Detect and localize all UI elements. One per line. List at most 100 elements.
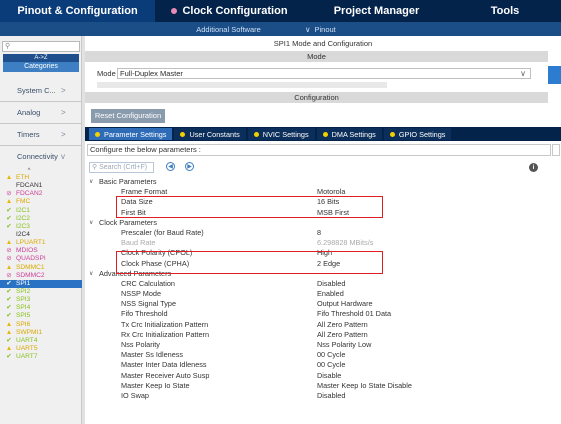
peripheral-item[interactable]: ▲ SWPMI1: [0, 329, 82, 337]
tab-gpio-settings[interactable]: GPIO Settings: [383, 128, 452, 140]
peripheral-item[interactable]: ▲ ETH: [0, 174, 82, 182]
parameter-value[interactable]: Master Keep Io State Disable: [317, 381, 412, 391]
peripheral-item[interactable]: ⊘ QUADSPI: [0, 255, 82, 263]
peripheral-item[interactable]: ⊘ SDMMC2: [0, 272, 82, 280]
mode-section-header[interactable]: Mode: [85, 51, 548, 62]
peripheral-item[interactable]: ✔ I2C1: [0, 207, 82, 215]
category-timers[interactable]: Timers >: [0, 124, 82, 146]
parameter-row[interactable]: Fifo Threshold Fifo Threshold 01 Data: [85, 309, 561, 319]
status-dot-icon: [180, 131, 186, 137]
collapse-toggle-icon[interactable]: ∨: [89, 218, 93, 228]
tab-clock-configuration[interactable]: Clock Configuration: [155, 0, 304, 22]
category-connectivity[interactable]: Connectivity v: [0, 146, 82, 168]
additional-software-menu[interactable]: Additional Software: [156, 25, 301, 34]
disabled-icon: ⊘: [6, 247, 12, 255]
parameter-value[interactable]: Output Hardware: [317, 299, 373, 309]
parameter-row[interactable]: Prescaler (for Baud Rate) 8: [85, 228, 561, 238]
tab-dma-settings[interactable]: DMA Settings: [316, 128, 382, 140]
peripheral-label: SWPMI1: [16, 328, 43, 336]
search-next-icon[interactable]: ▶: [185, 162, 194, 171]
status-dot-icon: [253, 131, 259, 137]
tab-tools[interactable]: Tools: [449, 0, 561, 22]
parameter-value[interactable]: Disabled: [317, 279, 345, 289]
parameter-value[interactable]: Disabled: [317, 391, 345, 401]
collapse-toggle-icon[interactable]: ∨: [89, 269, 93, 279]
peripheral-item[interactable]: ✔ I2C3: [0, 223, 82, 231]
parameter-name: NSS Signal Type: [121, 299, 177, 309]
parameter-row[interactable]: Rx Crc Initialization Pattern All Zero Pa…: [85, 330, 561, 340]
tab-project-manager[interactable]: Project Manager: [304, 0, 449, 22]
parameter-value[interactable]: Disable: [317, 371, 341, 381]
category-analog[interactable]: Analog >: [0, 102, 82, 124]
mode-select[interactable]: Full-Duplex Master ∨: [117, 68, 531, 79]
status-dot-icon: [171, 8, 178, 14]
parameter-row[interactable]: NSSP Mode Enabled: [85, 289, 561, 299]
check-icon: ✔: [6, 312, 12, 320]
status-dot-icon: [389, 131, 395, 137]
parameter-row[interactable]: Tx Crc Initialization Pattern All Zero Pa…: [85, 320, 561, 330]
search-prev-icon[interactable]: ◀: [166, 162, 175, 171]
peripheral-label: SDMMC2: [16, 271, 45, 279]
peripheral-item[interactable]: I2C4: [0, 231, 82, 239]
peripheral-item[interactable]: ✔ SPI1: [0, 279, 82, 288]
tab-nvic-settings[interactable]: NVIC Settings: [247, 128, 315, 140]
parameter-value[interactable]: 00 Cycle: [317, 360, 345, 370]
peripheral-item[interactable]: ⊘ FDCAN2: [0, 190, 82, 198]
collapse-toggle-icon[interactable]: ∨: [89, 177, 93, 187]
check-icon: ✔: [6, 222, 12, 230]
parameter-value[interactable]: All Zero Pattern: [317, 330, 368, 340]
parameter-value[interactable]: Fifo Threshold 01 Data: [317, 309, 391, 319]
parameter-value[interactable]: All Zero Pattern: [317, 320, 368, 330]
parameter-name: Master Ss Idleness: [121, 350, 184, 360]
peripheral-item[interactable]: ✔ SPI5: [0, 312, 82, 320]
peripheral-item[interactable]: ✔ SPI4: [0, 304, 82, 312]
categories-button[interactable]: Categories: [3, 62, 79, 72]
category-system-core[interactable]: System C... >: [0, 80, 82, 102]
peripheral-item[interactable]: ▲ SPI6: [0, 321, 82, 329]
parameter-value[interactable]: 8: [317, 228, 321, 238]
parameter-row[interactable]: Master Inter Data Idleness 00 Cycle: [85, 360, 561, 370]
parameter-row[interactable]: Master Ss Idleness 00 Cycle: [85, 350, 561, 360]
sort-az-button[interactable]: A->Z: [3, 54, 79, 62]
info-icon[interactable]: i: [529, 163, 538, 172]
peripheral-item[interactable]: ✔ UART7: [0, 353, 82, 361]
parameter-value[interactable]: 6.298828 MBits/s: [317, 238, 373, 248]
parameter-value[interactable]: 00 Cycle: [317, 350, 345, 360]
parameter-row[interactable]: NSS Signal Type Output Hardware: [85, 299, 561, 309]
peripheral-item[interactable]: ▲ LPUART1: [0, 239, 82, 247]
peripheral-item[interactable]: ✔ SPI2: [0, 288, 82, 296]
tab-label: GPIO Settings: [398, 129, 446, 139]
peripheral-item[interactable]: ⊘ MDIOS: [0, 247, 82, 255]
category-search-input[interactable]: ⚲: [2, 41, 80, 52]
parameter-group[interactable]: ∨ Clock Parameters: [85, 218, 561, 228]
pinout-menu[interactable]: ∨ Pinout: [305, 25, 336, 34]
peripheral-item[interactable]: ▲ UART5: [0, 345, 82, 353]
reset-configuration-button[interactable]: Reset Configuration: [91, 109, 165, 123]
grid-view-icon[interactable]: [552, 144, 560, 156]
parameter-group[interactable]: ∨ Basic Parameters: [85, 177, 561, 187]
parameter-row[interactable]: CRC Calculation Disabled: [85, 279, 561, 289]
parameter-row[interactable]: IO Swap Disabled: [85, 391, 561, 401]
parameter-name: Baud Rate: [121, 238, 156, 248]
side-scroll-tab[interactable]: [548, 66, 561, 84]
parameter-value[interactable]: Enabled: [317, 289, 344, 299]
peripheral-item[interactable]: ▲ FMC: [0, 198, 82, 206]
disabled-icon: ⊘: [6, 190, 12, 198]
peripheral-item[interactable]: ✔ SPI3: [0, 296, 82, 304]
parameter-search-input[interactable]: ⚲ Search (Crtl+F): [89, 162, 154, 173]
peripheral-item[interactable]: ▲ SDMMC1: [0, 264, 82, 272]
parameter-row[interactable]: Baud Rate 6.298828 MBits/s: [85, 238, 561, 248]
peripheral-item[interactable]: FDCAN1: [0, 182, 82, 190]
peripheral-item[interactable]: ✔ UART4: [0, 337, 82, 345]
category-label: System C...: [17, 86, 56, 95]
parameter-value[interactable]: Nss Polarity Low: [317, 340, 371, 350]
parameter-row[interactable]: Nss Polarity Nss Polarity Low: [85, 340, 561, 350]
parameter-row[interactable]: Master Keep Io State Master Keep Io State…: [85, 381, 561, 391]
peripheral-item[interactable]: ✔ I2C2: [0, 215, 82, 223]
check-icon: ✔: [6, 304, 12, 312]
tab-pinout-configuration[interactable]: Pinout & Configuration: [0, 0, 155, 22]
configuration-section-header[interactable]: Configuration: [85, 92, 548, 103]
tab-parameter-settings[interactable]: Parameter Settings: [89, 128, 173, 140]
tab-user-constants[interactable]: User Constants: [174, 128, 246, 140]
parameter-row[interactable]: Master Receiver Auto Susp Disable: [85, 371, 561, 381]
